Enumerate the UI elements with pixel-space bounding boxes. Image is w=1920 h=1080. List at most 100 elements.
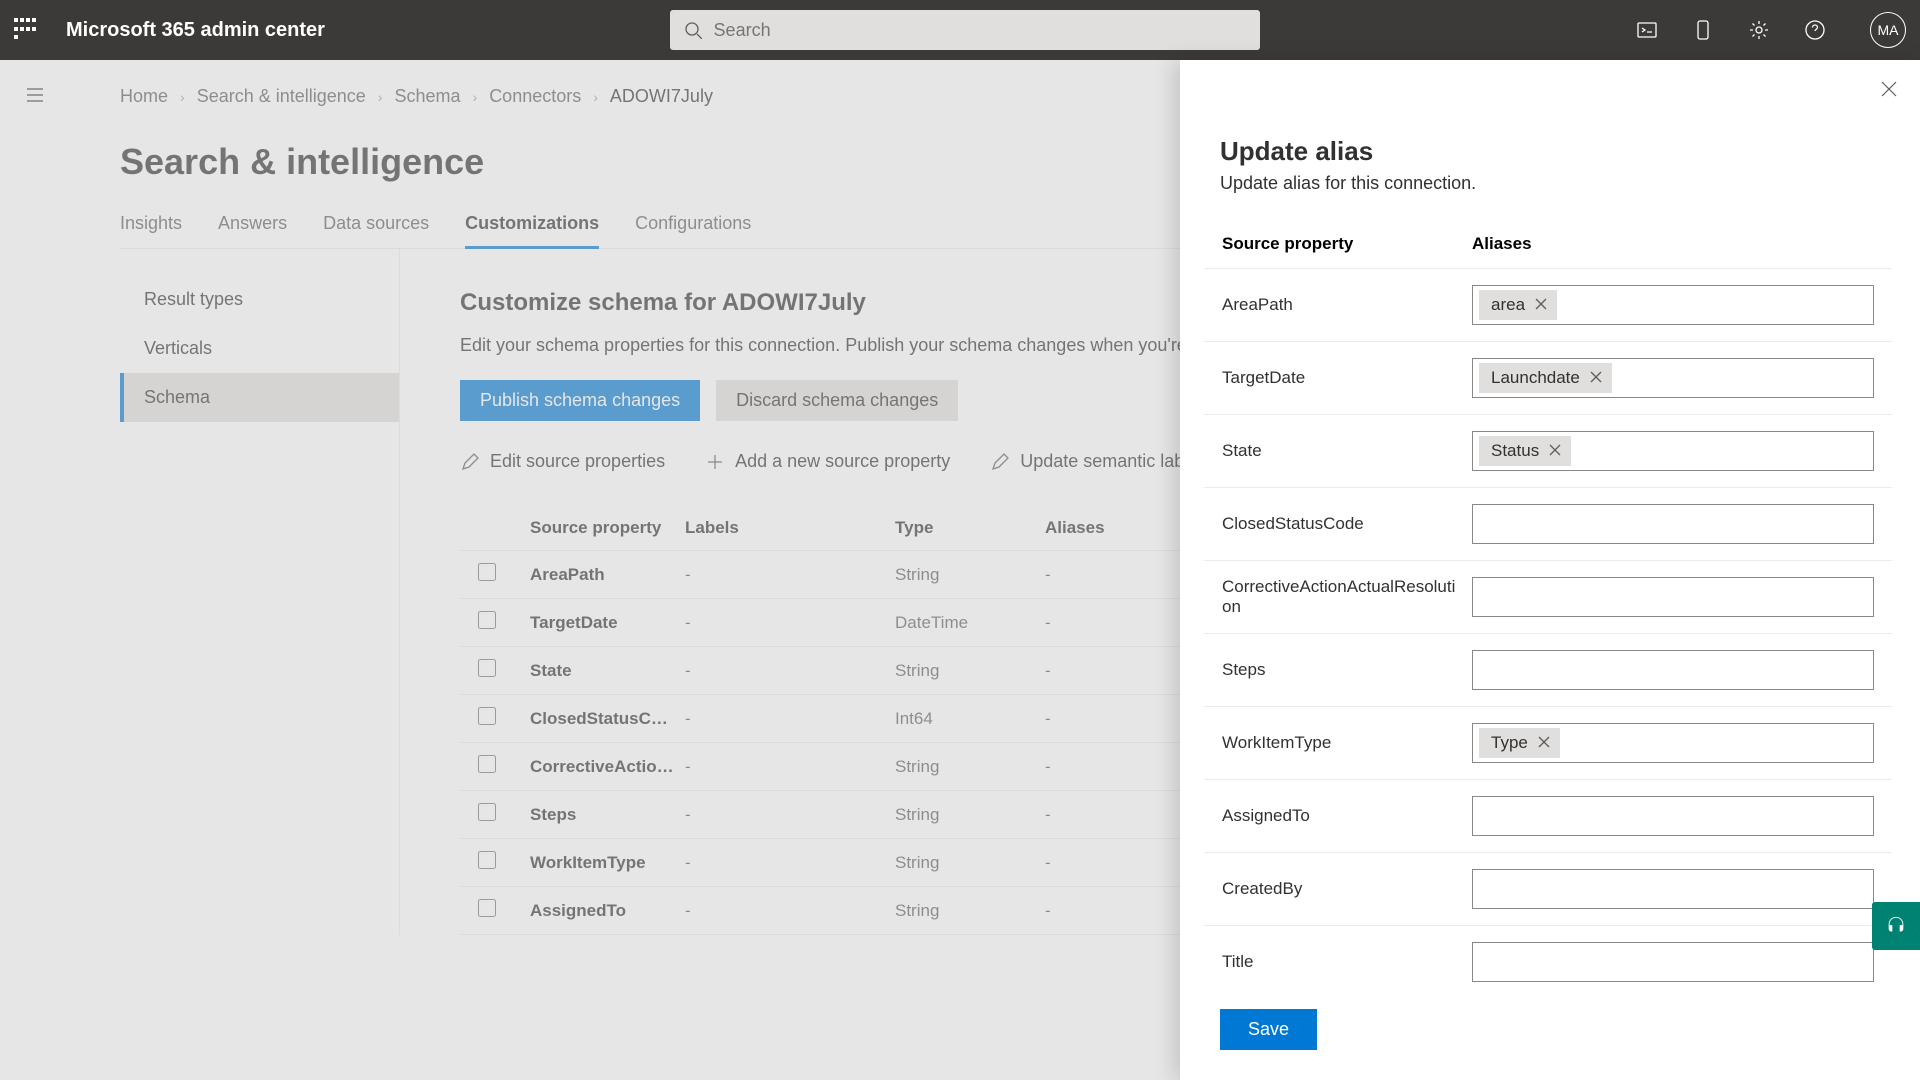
sidebar-item-result-types[interactable]: Result types: [120, 275, 399, 324]
cell-type: String: [895, 805, 1045, 825]
tab-configurations[interactable]: Configurations: [635, 213, 751, 248]
alias-row: AssignedTo: [1204, 780, 1892, 853]
cell-source: CorrectiveActio…: [530, 757, 685, 777]
alias-input[interactable]: Launchdate: [1472, 358, 1874, 398]
row-checkbox[interactable]: [478, 755, 496, 773]
add-source-property[interactable]: Add a new source property: [705, 451, 950, 472]
help-icon[interactable]: [1804, 19, 1826, 41]
avatar[interactable]: MA: [1870, 12, 1906, 48]
alias-input[interactable]: [1472, 869, 1874, 909]
nav-toggle-icon[interactable]: [24, 84, 46, 111]
row-checkbox[interactable]: [478, 803, 496, 821]
cell-source: Steps: [530, 805, 685, 825]
cell-source: WorkItemType: [530, 853, 685, 873]
breadcrumb-item[interactable]: Home: [120, 86, 168, 107]
row-checkbox[interactable]: [478, 563, 496, 581]
alias-row-source: ClosedStatusCode: [1222, 514, 1472, 534]
remove-chip-button[interactable]: [1535, 295, 1547, 315]
feedback-button[interactable]: [1872, 902, 1920, 950]
app-header: Microsoft 365 admin center MA: [0, 0, 1920, 60]
row-checkbox[interactable]: [478, 899, 496, 917]
mobile-icon[interactable]: [1692, 19, 1714, 41]
alias-input[interactable]: Type: [1472, 723, 1874, 763]
alias-row-source: AssignedTo: [1222, 806, 1472, 826]
panel-subtitle: Update alias for this connection.: [1220, 173, 1880, 194]
app-launcher-icon[interactable]: [14, 18, 38, 42]
panel-title: Update alias: [1220, 136, 1880, 167]
page-body: Home› Search & intelligence› Schema› Con…: [0, 60, 1920, 1080]
remove-chip-button[interactable]: [1590, 368, 1602, 388]
close-icon: [1535, 298, 1547, 310]
pencil-icon: [990, 452, 1010, 472]
row-checkbox[interactable]: [478, 707, 496, 725]
breadcrumb-current: ADOWI7July: [610, 86, 713, 107]
alias-row-source: CreatedBy: [1222, 879, 1472, 899]
shell-icon[interactable]: [1636, 19, 1658, 41]
alias-input[interactable]: [1472, 942, 1874, 982]
search-input[interactable]: [714, 20, 1247, 41]
cell-source: AreaPath: [530, 565, 685, 585]
save-button[interactable]: Save: [1220, 1009, 1317, 1050]
cell-labels: -: [685, 613, 895, 633]
app-title: Microsoft 365 admin center: [66, 19, 325, 42]
alias-row-source: TargetDate: [1222, 368, 1472, 388]
close-icon: [1590, 371, 1602, 383]
row-checkbox[interactable]: [478, 611, 496, 629]
alias-row-source: Title: [1222, 952, 1472, 972]
search-box[interactable]: [670, 10, 1260, 50]
panel-col-aliases: Aliases: [1472, 234, 1532, 254]
cell-labels: -: [685, 757, 895, 777]
alias-input[interactable]: [1472, 504, 1874, 544]
sidebar-item-schema[interactable]: Schema: [120, 373, 399, 422]
cell-type: Int64: [895, 709, 1045, 729]
alias-input[interactable]: [1472, 650, 1874, 690]
alias-input[interactable]: area: [1472, 285, 1874, 325]
alias-row-source: WorkItemType: [1222, 733, 1472, 753]
update-alias-panel: Update alias Update alias for this conne…: [1180, 60, 1920, 1080]
alias-row: CorrectiveActionActualResolution: [1204, 561, 1892, 634]
alias-input[interactable]: [1472, 796, 1874, 836]
tab-answers[interactable]: Answers: [218, 213, 287, 248]
cell-source: AssignedTo: [530, 901, 685, 921]
alias-row: WorkItemType Type: [1204, 707, 1892, 780]
alias-row: State Status: [1204, 415, 1892, 488]
tab-customizations[interactable]: Customizations: [465, 213, 599, 248]
cell-source: TargetDate: [530, 613, 685, 633]
breadcrumb-item[interactable]: Search & intelligence: [197, 86, 366, 107]
alias-input[interactable]: [1472, 577, 1874, 617]
row-checkbox[interactable]: [478, 851, 496, 869]
chevron-right-icon: ›: [378, 89, 383, 105]
alias-row: CreatedBy: [1204, 853, 1892, 926]
remove-chip-button[interactable]: [1549, 441, 1561, 461]
header-icons: MA: [1636, 12, 1906, 48]
row-checkbox[interactable]: [478, 659, 496, 677]
sidebar-item-verticals[interactable]: Verticals: [120, 324, 399, 373]
cell-type: String: [895, 757, 1045, 777]
alias-row-source: Steps: [1222, 660, 1472, 680]
remove-chip-button[interactable]: [1538, 733, 1550, 753]
cell-type: String: [895, 853, 1045, 873]
chevron-right-icon: ›: [593, 89, 598, 105]
col-labels: Labels: [685, 518, 895, 538]
plus-icon: [705, 452, 725, 472]
cell-labels: -: [685, 901, 895, 921]
cell-type: String: [895, 565, 1045, 585]
breadcrumb-item[interactable]: Schema: [394, 86, 460, 107]
cell-source: ClosedStatusCode: [530, 709, 685, 729]
alias-chip: Launchdate: [1479, 363, 1612, 393]
panel-col-source: Source property: [1222, 234, 1472, 254]
col-source-property: Source property: [530, 518, 685, 538]
discard-button[interactable]: Discard schema changes: [716, 380, 958, 421]
tab-insights[interactable]: Insights: [120, 213, 182, 248]
search-icon: [684, 21, 701, 39]
close-icon: [1538, 736, 1550, 748]
cell-source: State: [530, 661, 685, 681]
update-semantic-labels[interactable]: Update semantic labels: [990, 451, 1207, 472]
publish-button[interactable]: Publish schema changes: [460, 380, 700, 421]
edit-source-properties[interactable]: Edit source properties: [460, 451, 665, 472]
alias-input[interactable]: Status: [1472, 431, 1874, 471]
close-panel-button[interactable]: [1880, 80, 1898, 103]
tab-data-sources[interactable]: Data sources: [323, 213, 429, 248]
breadcrumb-item[interactable]: Connectors: [489, 86, 581, 107]
gear-icon[interactable]: [1748, 19, 1770, 41]
